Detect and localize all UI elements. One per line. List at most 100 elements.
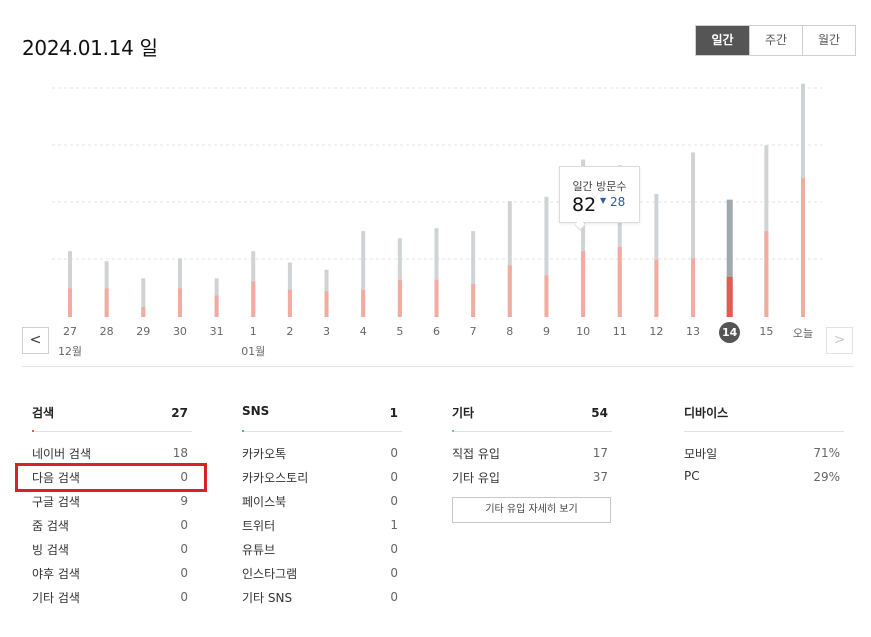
x-tick-text: 9: [542, 325, 550, 338]
x-tick-label[interactable]: 1: [235, 325, 271, 338]
list-item: PC 29%: [684, 465, 844, 489]
panel-header: SNS 1: [242, 402, 402, 432]
x-tick-label[interactable]: 6: [419, 325, 455, 338]
list-item: 구글 검색 9: [32, 489, 192, 513]
chevron-left-icon[interactable]: <: [22, 327, 49, 354]
row-value: 0: [180, 542, 188, 556]
x-tick-label[interactable]: 오늘: [785, 325, 821, 341]
panel-search: 검색 27 네이버 검색 18 다음 검색 0 구글 검색 9 줌 검색 0 빙 검색 0 야후 검…: [32, 402, 192, 609]
bar-visitor[interactable]: [617, 246, 622, 317]
row-value: 17: [592, 446, 608, 460]
row-value: 0: [390, 446, 398, 460]
period-tabs: 일간 주간 월간: [695, 25, 856, 56]
bar-visitor[interactable]: [397, 279, 402, 317]
panel-header: 검색 27: [32, 402, 192, 432]
x-tick-label[interactable]: 27: [52, 325, 88, 338]
row-value: 0: [180, 518, 188, 532]
bar-visitor[interactable]: [287, 289, 292, 317]
bar-visitor[interactable]: [104, 288, 109, 317]
x-tick-label[interactable]: 31: [199, 325, 235, 338]
row-label: 줌 검색: [32, 519, 69, 533]
row-value: 0: [390, 590, 398, 604]
x-tick-text: 오늘: [792, 327, 814, 340]
chevron-right-icon[interactable]: >: [826, 327, 853, 354]
panel-rows: 네이버 검색 18 다음 검색 0 구글 검색 9 줌 검색 0 빙 검색 0 야후 검색 0 기타 검…: [32, 432, 192, 609]
bar-visitor[interactable]: [214, 295, 219, 317]
x-tick-label[interactable]: 28: [89, 325, 125, 338]
bar-visitor[interactable]: [801, 178, 805, 317]
bar-visitor[interactable]: [361, 289, 366, 317]
x-tick-label[interactable]: 13: [675, 325, 711, 338]
row-label: 카카오스토리: [242, 471, 309, 485]
x-tick-text: 5: [396, 325, 404, 338]
bar-visitor[interactable]: [177, 288, 182, 317]
bar-visitor[interactable]: [507, 265, 512, 317]
x-tick-label[interactable]: 15: [748, 325, 784, 338]
bar-visitor[interactable]: [581, 251, 586, 317]
x-tick-label[interactable]: 5: [382, 325, 418, 338]
bar-visitor[interactable]: [68, 288, 72, 317]
month-label: 12월: [57, 345, 83, 358]
panel-sns: SNS 1 카카오톡 0 카카오스토리 0 페이스북 0 트위터 1 유튜브 0 인스타그램 0 기타 …: [242, 402, 402, 609]
x-tick-label[interactable]: 10: [565, 325, 601, 338]
x-tick-text: 6: [433, 325, 440, 338]
x-tick-label[interactable]: 11: [602, 325, 638, 338]
bar-visitor[interactable]: [726, 276, 733, 317]
panel-rows: 직접 유입 17 기타 유입 37: [452, 432, 612, 489]
bar-visitor[interactable]: [141, 306, 146, 317]
x-tick-label[interactable]: 30: [162, 325, 198, 338]
row-label: 구글 검색: [32, 495, 80, 509]
row-value: 9: [180, 494, 188, 508]
x-tick-text: 30: [172, 325, 187, 338]
panel-header: 기타 54: [452, 402, 612, 432]
tooltip-delta: 28: [610, 195, 626, 209]
row-value: 37: [592, 470, 608, 484]
panel-device: 디바이스 모바일 71% PC 29%: [684, 402, 844, 489]
row-value: 0: [390, 470, 398, 484]
row-label: 야후 검색: [32, 567, 80, 581]
bar-visitor[interactable]: [691, 258, 696, 317]
row-label: 빙 검색: [32, 543, 69, 557]
bar-visitor[interactable]: [654, 259, 659, 317]
x-tick-label[interactable]: 12: [638, 325, 674, 338]
x-tick-label[interactable]: 2: [272, 325, 308, 338]
x-tick-text: 27: [63, 325, 77, 338]
tab-daily[interactable]: 일간: [696, 26, 749, 55]
x-tick-label[interactable]: 8: [492, 325, 528, 338]
panel-accent: [242, 430, 244, 432]
tab-monthly[interactable]: 월간: [802, 26, 855, 55]
row-value: 29%: [813, 470, 840, 484]
tooltip-label: 일간 방문수: [572, 180, 627, 193]
panel-rows: 모바일 71% PC 29%: [684, 432, 844, 489]
bar-visitor[interactable]: [471, 284, 476, 317]
x-tick-label[interactable]: 4: [345, 325, 381, 338]
bar-visitor[interactable]: [434, 279, 439, 317]
visit-tooltip: 일간 방문수 82 ▼ 28: [559, 166, 640, 231]
bar-visitor[interactable]: [324, 291, 329, 317]
down-arrow-icon: ▼: [600, 196, 607, 205]
visitor-chart: [52, 83, 822, 317]
panel-count: 54: [591, 406, 608, 420]
row-value: 0: [390, 542, 398, 556]
tooltip-value: 82: [572, 194, 597, 216]
tab-weekly[interactable]: 주간: [749, 26, 802, 55]
etc-detail-button[interactable]: 기타 유입 자세히 보기: [452, 497, 611, 523]
x-tick-label[interactable]: 14: [712, 322, 748, 343]
x-tick-label[interactable]: 3: [309, 325, 345, 338]
list-item: 카카오스토리 0: [242, 465, 402, 489]
list-item: 직접 유입 17: [452, 441, 612, 465]
list-item: 인스타그램 0: [242, 561, 402, 585]
x-tick-text: 29: [136, 325, 151, 338]
row-label: 기타 유입: [452, 471, 500, 485]
bar-visitor[interactable]: [764, 231, 769, 317]
x-tick-text: 10: [576, 325, 591, 338]
list-item: 줌 검색 0: [32, 513, 192, 537]
x-tick-label[interactable]: 7: [455, 325, 491, 338]
x-tick-text: 15: [759, 325, 774, 338]
x-tick-label[interactable]: 29: [125, 325, 161, 338]
x-tick-label[interactable]: 9: [528, 325, 564, 338]
list-item: 트위터 1: [242, 513, 402, 537]
bar-visitor[interactable]: [544, 275, 549, 317]
bar-visitor[interactable]: [251, 281, 256, 317]
panel-title: 검색: [32, 406, 55, 420]
